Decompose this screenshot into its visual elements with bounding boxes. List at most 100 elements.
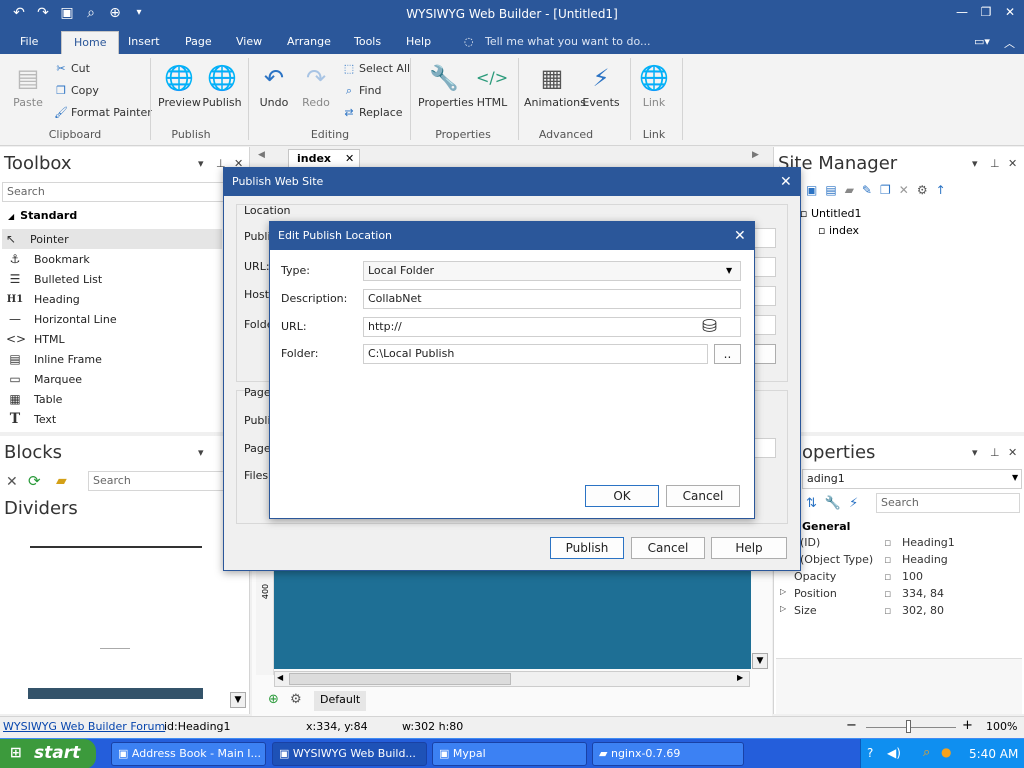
wrench-icon[interactable]: 🔧 bbox=[825, 496, 841, 511]
taskbar-item-address-book[interactable]: ▣ Address Book - Main I... bbox=[111, 742, 266, 766]
tab-file[interactable]: File bbox=[20, 35, 38, 48]
zoom-slider[interactable] bbox=[866, 727, 956, 728]
zoom-in-icon[interactable]: + bbox=[962, 718, 973, 733]
forum-link[interactable]: WYSIWYG Web Builder Forum bbox=[3, 720, 165, 733]
delete-icon[interactable]: ✕ bbox=[899, 183, 909, 197]
add-page-icon[interactable]: ⊕ bbox=[268, 692, 279, 707]
publish-button[interactable]: Publish bbox=[550, 537, 624, 559]
html-button[interactable]: </> HTML bbox=[474, 62, 510, 109]
page-field[interactable] bbox=[754, 438, 776, 458]
network-tray-icon[interactable]: ● bbox=[941, 745, 951, 759]
panel-close-icon[interactable]: ✕ bbox=[1008, 446, 1017, 459]
pin-icon[interactable]: ⊥ bbox=[990, 446, 1000, 459]
toolbox-item-bulleted-list[interactable]: ☰ Bulleted List bbox=[6, 269, 222, 289]
scrollbar-thumb[interactable] bbox=[289, 673, 511, 685]
property-row-position[interactable]: ▷ Position ▫ 334, 84 bbox=[776, 587, 1022, 604]
tab-insert[interactable]: Insert bbox=[128, 35, 160, 48]
format-painter-button[interactable]: 🖌 Format Painter bbox=[54, 106, 152, 119]
page-settings-icon[interactable]: ⚙ bbox=[290, 692, 302, 707]
panel-close-icon[interactable]: ✕ bbox=[1008, 157, 1017, 170]
taskbar-item-wysiwyg[interactable]: ▣ WYSIWYG Web Build... bbox=[272, 742, 427, 766]
tab-close-icon[interactable]: ✕ bbox=[345, 152, 354, 165]
publish-dialog-close-icon[interactable]: ✕ bbox=[780, 174, 792, 190]
cut-button[interactable]: ✂ Cut bbox=[54, 62, 90, 75]
properties-search-input[interactable]: Search bbox=[876, 493, 1020, 513]
tab-arrange[interactable]: Arrange bbox=[287, 35, 331, 48]
property-row-size[interactable]: ▷ Size ▫ 302, 80 bbox=[776, 604, 1022, 621]
duplicate-icon[interactable]: ❐ bbox=[880, 183, 891, 197]
events-button[interactable]: ⚡ Events bbox=[582, 62, 620, 109]
volume-icon[interactable]: ◀) bbox=[887, 746, 901, 760]
toolbox-category-standard[interactable]: ◢ Standard bbox=[8, 209, 77, 222]
expand-arrow-icon[interactable]: ▷ bbox=[780, 604, 786, 613]
toolbox-search-input[interactable]: Search bbox=[2, 182, 224, 202]
undo-button[interactable]: ↶ Undo bbox=[256, 62, 292, 109]
toolbox-item-pointer[interactable]: ↖ Pointer bbox=[2, 229, 222, 249]
animations-button[interactable]: ▦ Animations bbox=[524, 62, 586, 109]
panel-menu-icon[interactable]: ▾ bbox=[972, 446, 978, 459]
publish-button[interactable]: 🌐 Publish bbox=[202, 62, 242, 109]
replace-button[interactable]: ⇄ Replace bbox=[342, 106, 402, 119]
url-input[interactable]: http:// bbox=[363, 317, 741, 337]
copy-button[interactable]: ❐ Copy bbox=[54, 84, 99, 97]
close-icon[interactable]: ✕ bbox=[1000, 5, 1020, 19]
restore-icon[interactable]: ❐ bbox=[976, 5, 996, 19]
settings-icon[interactable]: ⚙ bbox=[917, 183, 928, 197]
tab-tools[interactable]: Tools bbox=[354, 35, 381, 48]
lightning-icon[interactable]: ⚡ bbox=[849, 496, 858, 511]
properties-button[interactable]: 🔧 Properties bbox=[418, 62, 474, 109]
panel-menu-icon[interactable]: ▾ bbox=[972, 157, 978, 170]
cancel-button[interactable]: Cancel bbox=[631, 537, 705, 559]
start-button[interactable]: ⊞ start bbox=[0, 739, 96, 768]
default-master-tab[interactable]: Default bbox=[314, 691, 367, 711]
expand-arrow-icon[interactable]: ▷ bbox=[780, 587, 786, 596]
folder-input[interactable]: C:\Local Publish bbox=[363, 344, 708, 364]
property-row-id[interactable]: (ID) ▫ Heading1 bbox=[776, 536, 1022, 553]
toolbox-item-table[interactable]: ▦ Table bbox=[6, 389, 222, 409]
find-button[interactable]: ⌕ Find bbox=[342, 84, 382, 98]
tab-scroll-left-icon[interactable]: ◀ bbox=[258, 150, 265, 160]
folder-icon[interactable]: ▰ bbox=[56, 473, 67, 489]
scroll-left-icon[interactable]: ◀ bbox=[277, 673, 283, 682]
toolbox-item-html[interactable]: <> HTML bbox=[6, 329, 222, 349]
folder-field[interactable] bbox=[754, 315, 776, 335]
divider-preview-bar[interactable] bbox=[28, 688, 203, 699]
preview-button[interactable]: 🌐 Preview bbox=[158, 62, 201, 109]
cancel-button[interactable]: Cancel bbox=[666, 485, 740, 507]
tell-me-input[interactable]: Tell me what you want to do... bbox=[485, 35, 651, 48]
scroll-down-icon[interactable]: ▼ bbox=[230, 692, 246, 708]
browse-button[interactable] bbox=[754, 344, 776, 364]
divider-preview-line[interactable] bbox=[30, 546, 202, 548]
delete-icon[interactable]: ✕ bbox=[6, 474, 18, 490]
publish-field[interactable] bbox=[754, 228, 776, 248]
collapse-ribbon-icon[interactable]: ︿ bbox=[1004, 35, 1015, 51]
refresh-icon[interactable]: ⟳ bbox=[28, 472, 41, 490]
horizontal-scrollbar[interactable]: ◀ ▶ bbox=[274, 671, 750, 687]
tree-item-index[interactable]: ▫ index bbox=[818, 224, 859, 237]
canvas-scroll-down-icon[interactable]: ▼ bbox=[752, 653, 768, 669]
zoom-slider-thumb[interactable] bbox=[906, 720, 911, 733]
taskbar-item-nginx[interactable]: ▰ nginx-0.7.69 bbox=[592, 742, 744, 766]
sort-icon[interactable]: ⇅ bbox=[806, 496, 817, 511]
folder-browse-button[interactable]: .. bbox=[714, 344, 741, 364]
tab-home[interactable]: Home bbox=[61, 31, 120, 55]
toolbox-item-horizontal-line[interactable]: — Horizontal Line bbox=[6, 309, 222, 329]
up-icon[interactable]: ↑ bbox=[936, 183, 946, 197]
help-button[interactable]: Help bbox=[711, 537, 787, 559]
help-tray-icon[interactable]: ? bbox=[867, 746, 873, 760]
object-selector[interactable]: ading1 bbox=[802, 469, 1022, 489]
divider-preview-dots[interactable] bbox=[100, 648, 130, 649]
search-tray-icon[interactable]: ⌕ bbox=[923, 745, 930, 760]
link-button[interactable]: 🌐 Link bbox=[636, 62, 672, 109]
layout-icon[interactable]: ▭▾ bbox=[974, 35, 990, 48]
taskbar-item-mypal[interactable]: ▣ Mypal bbox=[432, 742, 587, 766]
select-all-button[interactable]: ⬚ Select All bbox=[342, 62, 410, 75]
url-field[interactable] bbox=[754, 257, 776, 277]
property-row-object-type[interactable]: (Object Type) ▫ Heading bbox=[776, 553, 1022, 570]
zoom-out-icon[interactable]: − bbox=[846, 718, 857, 733]
tree-root[interactable]: ▫ Untitled1 bbox=[800, 207, 861, 220]
edit-icon[interactable]: ✎ bbox=[862, 183, 872, 197]
tab-scroll-right-icon[interactable]: ▶ bbox=[752, 150, 759, 160]
scroll-right-icon[interactable]: ▶ bbox=[737, 673, 743, 682]
page-icon[interactable]: ▤ bbox=[825, 183, 836, 197]
